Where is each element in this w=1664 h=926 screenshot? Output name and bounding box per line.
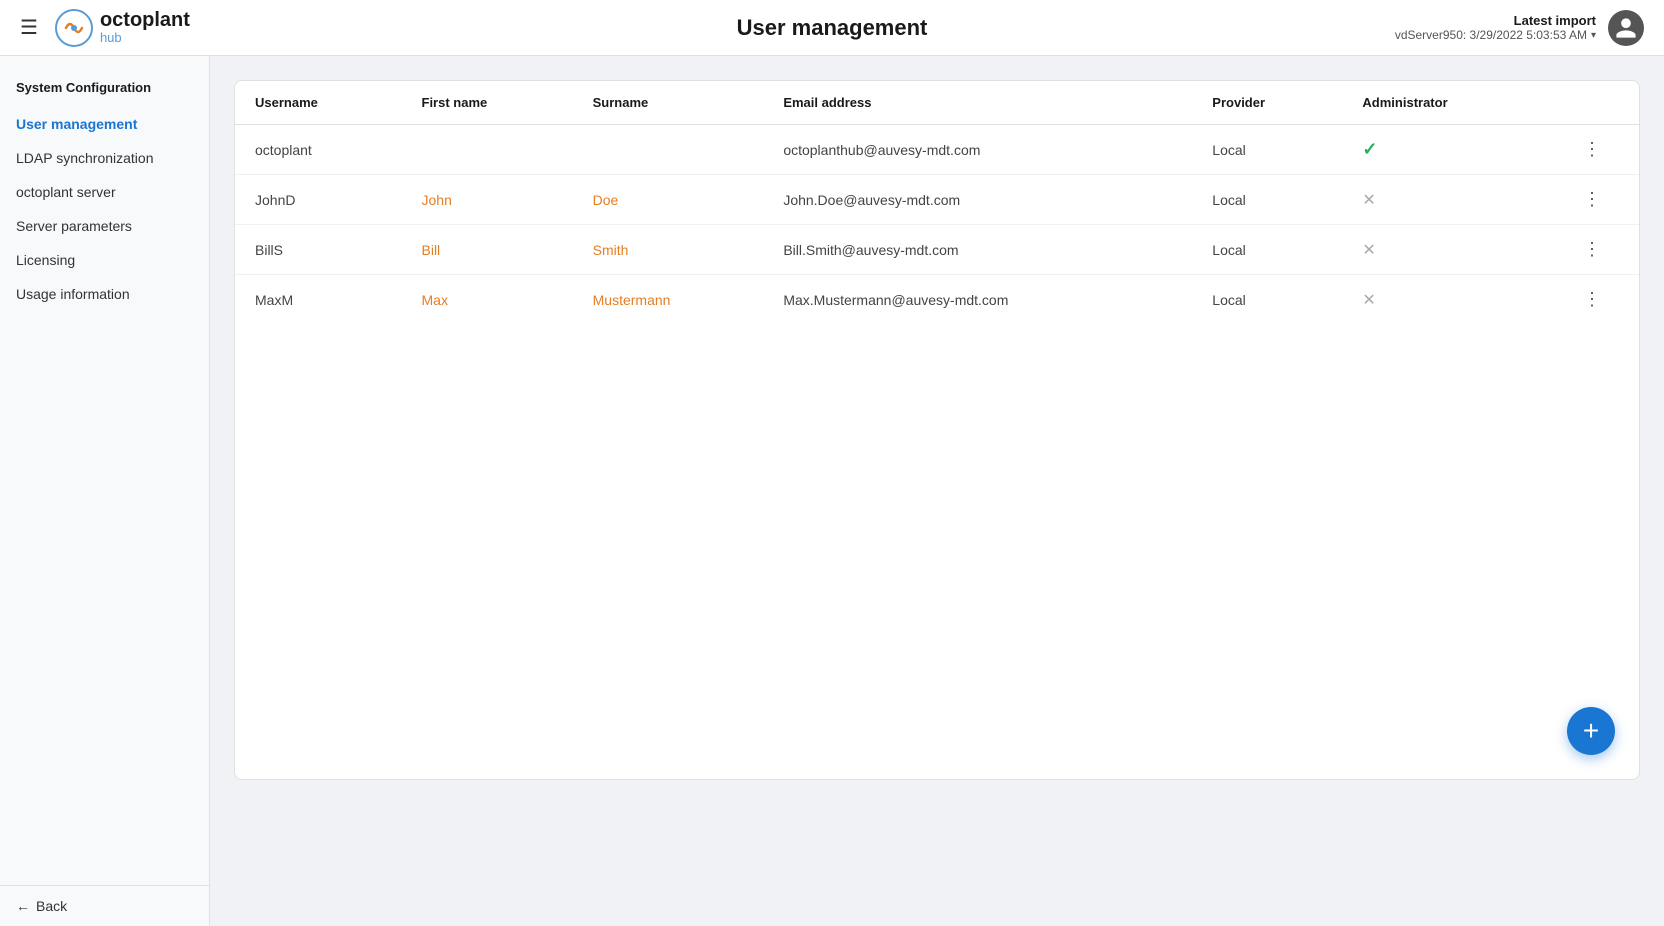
admin-cross-icon: ✕ bbox=[1362, 192, 1375, 209]
logo-hub: hub bbox=[100, 31, 190, 45]
latest-import: Latest import vdServer950: 3/29/2022 5:0… bbox=[1395, 13, 1596, 42]
main-layout: System Configuration User management LDA… bbox=[0, 56, 1664, 926]
cell-admin: ✕ bbox=[1342, 175, 1545, 225]
logo-octoplant: octoplant bbox=[100, 9, 190, 31]
sidebar-section-title: System Configuration bbox=[0, 72, 209, 107]
latest-import-label: Latest import bbox=[1395, 13, 1596, 28]
header-right: Latest import vdServer950: 3/29/2022 5:0… bbox=[1395, 10, 1644, 46]
cell-firstname: Max bbox=[402, 275, 573, 325]
logo-area: octoplant hub bbox=[54, 8, 190, 48]
table-row: BillSBillSmithBill.Smith@auvesy-mdt.comL… bbox=[235, 225, 1639, 275]
col-firstname: First name bbox=[402, 81, 573, 125]
hamburger-icon[interactable]: ☰ bbox=[20, 15, 38, 40]
cell-email: Max.Mustermann@auvesy-mdt.com bbox=[763, 275, 1192, 325]
cell-surname bbox=[573, 125, 764, 175]
sidebar-item-octoplant-server[interactable]: octoplant server bbox=[0, 175, 209, 209]
chevron-down-icon: ▾ bbox=[1591, 30, 1596, 41]
top-header: ☰ octoplant hub User management Latest i… bbox=[0, 0, 1664, 56]
cell-provider: Local bbox=[1192, 275, 1342, 325]
users-table: Username First name Surname Email addres… bbox=[235, 81, 1639, 324]
cell-surname: Doe bbox=[573, 175, 764, 225]
sidebar-item-licensing[interactable]: Licensing bbox=[0, 243, 209, 277]
logo-svg bbox=[54, 8, 94, 48]
row-more-button[interactable]: ⋮ bbox=[1545, 175, 1639, 225]
logo-graphic bbox=[54, 8, 94, 48]
cell-provider: Local bbox=[1192, 175, 1342, 225]
cell-surname: Smith bbox=[573, 225, 764, 275]
latest-import-text: vdServer950: 3/29/2022 5:03:53 AM bbox=[1395, 28, 1587, 42]
sidebar-item-ldap-sync[interactable]: LDAP synchronization bbox=[0, 141, 209, 175]
sidebar-item-usage-info[interactable]: Usage information bbox=[0, 277, 209, 311]
cell-username: octoplant bbox=[235, 125, 402, 175]
back-arrow-icon: ← bbox=[16, 898, 30, 914]
cell-username: JohnD bbox=[235, 175, 402, 225]
admin-check-icon: ✓ bbox=[1362, 139, 1377, 159]
cell-surname: Mustermann bbox=[573, 275, 764, 325]
latest-import-value[interactable]: vdServer950: 3/29/2022 5:03:53 AM ▾ bbox=[1395, 28, 1596, 42]
cell-admin: ✕ bbox=[1342, 275, 1545, 325]
row-more-button[interactable]: ⋮ bbox=[1545, 225, 1639, 275]
cell-provider: Local bbox=[1192, 225, 1342, 275]
cell-username: BillS bbox=[235, 225, 402, 275]
sidebar: System Configuration User management LDA… bbox=[0, 56, 210, 926]
avatar[interactable] bbox=[1608, 10, 1644, 46]
col-email: Email address bbox=[763, 81, 1192, 125]
col-provider: Provider bbox=[1192, 81, 1342, 125]
cell-username: MaxM bbox=[235, 275, 402, 325]
cell-admin: ✕ bbox=[1342, 225, 1545, 275]
table-header-row: Username First name Surname Email addres… bbox=[235, 81, 1639, 125]
cell-email: Bill.Smith@auvesy-mdt.com bbox=[763, 225, 1192, 275]
table-row: MaxMMaxMustermannMax.Mustermann@auvesy-m… bbox=[235, 275, 1639, 325]
cell-provider: Local bbox=[1192, 125, 1342, 175]
cell-admin: ✓ bbox=[1342, 125, 1545, 175]
page-title: User management bbox=[737, 15, 928, 41]
back-button[interactable]: ← Back bbox=[0, 885, 209, 926]
add-user-button[interactable]: + bbox=[1567, 707, 1615, 755]
admin-cross-icon: ✕ bbox=[1362, 242, 1375, 259]
cell-firstname: Bill bbox=[402, 225, 573, 275]
table-row: JohnDJohnDoeJohn.Doe@auvesy-mdt.comLocal… bbox=[235, 175, 1639, 225]
col-surname: Surname bbox=[573, 81, 764, 125]
cell-firstname: John bbox=[402, 175, 573, 225]
col-username: Username bbox=[235, 81, 402, 125]
row-more-button[interactable]: ⋮ bbox=[1545, 275, 1639, 325]
logo-text: octoplant hub bbox=[100, 9, 190, 45]
table-row: octoplant octoplanthub@auvesy-mdt.comLoca… bbox=[235, 125, 1639, 175]
admin-cross-icon: ✕ bbox=[1362, 292, 1375, 309]
content-area: Username First name Surname Email addres… bbox=[210, 56, 1664, 926]
avatar-icon bbox=[1614, 16, 1638, 40]
sidebar-item-server-params[interactable]: Server parameters bbox=[0, 209, 209, 243]
table-card: Username First name Surname Email addres… bbox=[234, 80, 1640, 780]
cell-email: octoplanthub@auvesy-mdt.com bbox=[763, 125, 1192, 175]
row-more-button[interactable]: ⋮ bbox=[1545, 125, 1639, 175]
col-actions bbox=[1545, 81, 1639, 125]
back-label: Back bbox=[36, 898, 67, 914]
sidebar-item-user-management[interactable]: User management bbox=[0, 107, 209, 141]
cell-firstname bbox=[402, 125, 573, 175]
col-admin: Administrator bbox=[1342, 81, 1545, 125]
cell-email: John.Doe@auvesy-mdt.com bbox=[763, 175, 1192, 225]
